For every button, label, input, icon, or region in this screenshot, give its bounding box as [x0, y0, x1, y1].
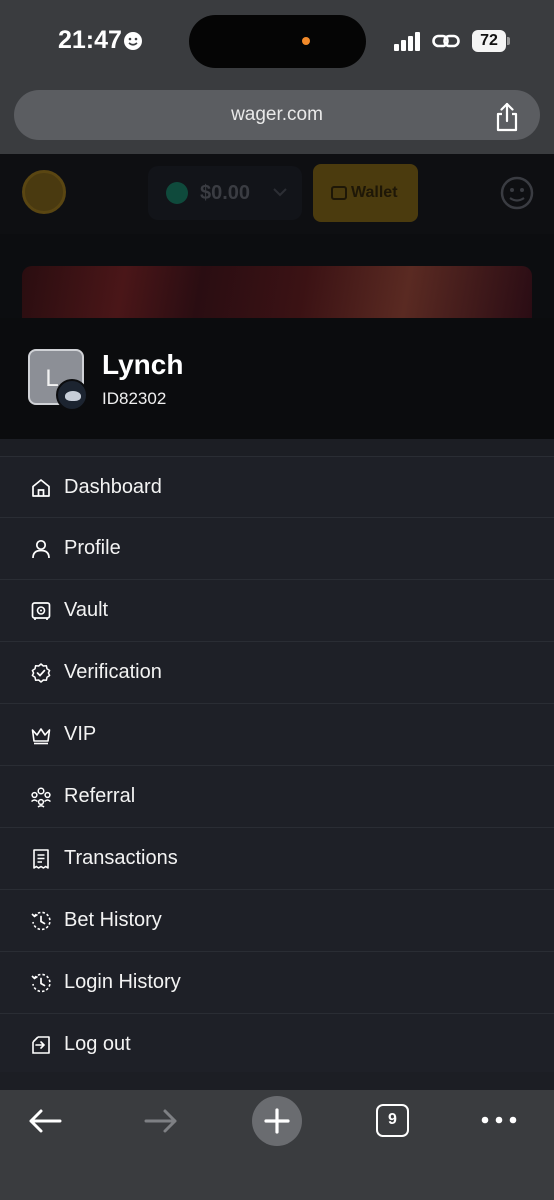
promo-banner-image[interactable] — [22, 266, 532, 318]
status-bar: 21:47 72 — [0, 0, 554, 84]
menu-item-vault[interactable]: Vault — [0, 580, 554, 642]
gem-icon — [65, 391, 81, 401]
menu-item-label: Transactions — [64, 847, 178, 869]
balance-selector[interactable]: $0.00 — [148, 166, 302, 220]
menu-item-label: Login History — [64, 971, 181, 993]
menu-item-profile[interactable]: Profile — [0, 518, 554, 580]
logout-icon — [32, 1036, 50, 1054]
browser-toolbar: 9 — [0, 1090, 554, 1200]
dynamic-island — [189, 15, 366, 68]
menu-item-vip[interactable]: VIP — [0, 704, 554, 766]
usdt-currency-icon — [166, 182, 188, 204]
menu-item-dashboard[interactable]: Dashboard — [0, 456, 554, 518]
menu-item-label: VIP — [64, 723, 97, 745]
smiley-icon — [124, 32, 142, 50]
browser-url-area: wager.com — [0, 84, 554, 154]
history-icon — [31, 911, 51, 931]
back-arrow-icon[interactable] — [28, 1108, 62, 1134]
menu-item-referral[interactable]: Referral — [0, 766, 554, 828]
menu-item-log-out[interactable]: Log out — [0, 1014, 554, 1072]
menu-item-transactions[interactable]: Transactions — [0, 828, 554, 890]
address-bar[interactable]: wager.com — [14, 90, 540, 140]
more-options-icon[interactable] — [480, 1114, 518, 1126]
menu-item-login-history[interactable]: Login History — [0, 952, 554, 1014]
balance-amount: $0.00 — [200, 182, 251, 204]
menu-list: Dashboard Profile Vault Verification VIP… — [0, 456, 554, 1072]
referral-group-icon — [30, 787, 52, 808]
banner-strip — [0, 234, 554, 318]
cellular-signal-icon — [394, 32, 420, 51]
menu-item-label: Referral — [64, 785, 136, 807]
chevron-down-icon — [273, 188, 287, 197]
safe-icon — [31, 602, 51, 620]
forward-arrow-icon[interactable] — [144, 1108, 178, 1134]
battery-tip — [507, 37, 510, 45]
history-icon — [31, 973, 51, 993]
tabs-overview-button[interactable]: 9 — [376, 1104, 409, 1137]
account-avatar-icon[interactable] — [500, 176, 534, 210]
profile-card: L Lynch ID82302 — [0, 318, 554, 439]
home-icon — [32, 479, 50, 497]
username: Lynch — [102, 349, 184, 380]
menu-item-bet-history[interactable]: Bet History — [0, 890, 554, 952]
menu-item-label: Profile — [64, 537, 121, 559]
menu-item-label: Bet History — [64, 909, 162, 931]
wallet-label: Wallet — [351, 184, 398, 201]
url-text[interactable]: wager.com — [14, 104, 540, 126]
share-icon[interactable] — [494, 102, 520, 132]
wallet-icon — [331, 186, 347, 200]
privacy-indicator-dot — [302, 37, 310, 45]
user-id: ID82302 — [102, 389, 167, 408]
clock: 21:47 — [58, 26, 122, 54]
new-tab-button[interactable] — [252, 1096, 302, 1146]
user-icon — [32, 539, 50, 559]
account-menu: Dashboard Profile Vault Verification VIP… — [0, 439, 554, 1090]
crown-icon — [31, 728, 51, 745]
tab-count: 9 — [388, 1111, 397, 1128]
menu-item-label: Dashboard — [64, 476, 162, 498]
menu-item-verification[interactable]: Verification — [0, 642, 554, 704]
receipt-icon — [33, 849, 49, 869]
battery-level: 72 — [472, 30, 506, 52]
menu-item-label: Vault — [64, 599, 109, 621]
site-logo[interactable] — [22, 170, 66, 214]
wallet-button[interactable]: Wallet — [313, 164, 418, 222]
personal-hotspot-icon — [432, 34, 460, 48]
site-header: $0.00 Wallet — [0, 154, 554, 234]
menu-item-label: Log out — [64, 1033, 131, 1055]
menu-item-label: Verification — [64, 661, 162, 683]
rank-badge-icon — [56, 379, 88, 411]
battery-indicator: 72 — [472, 30, 510, 52]
plus-icon — [264, 1108, 290, 1134]
verified-badge-icon — [31, 663, 51, 683]
